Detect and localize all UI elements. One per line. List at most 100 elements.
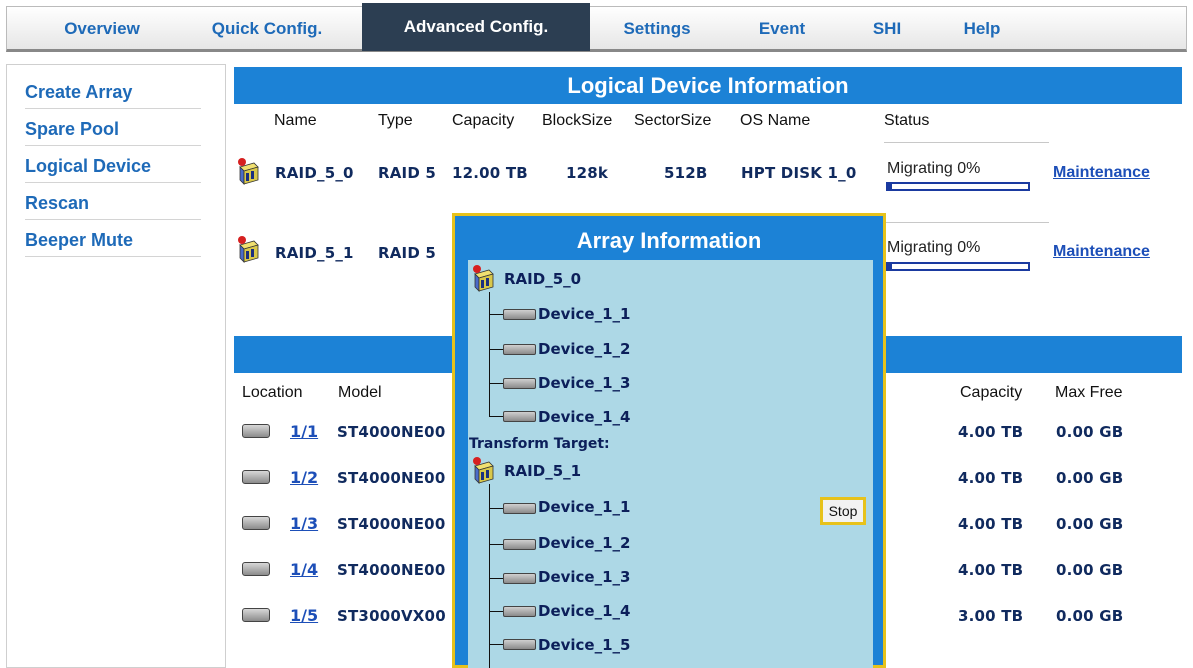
disk-icon [242,516,270,530]
tree-connector [489,383,503,384]
tab-advanced-config[interactable]: Advanced Config. [362,3,590,51]
device-location-link[interactable]: 1/5 [290,606,318,625]
logical-device-title-bar: Logical Device Information [234,67,1182,104]
tree-connector [489,544,503,545]
tab-settings[interactable]: Settings [602,7,712,50]
disk-icon [503,378,536,389]
disk-icon [242,608,270,622]
tree-connector [489,644,503,645]
col-header-name: Name [274,112,317,129]
disk-icon [242,424,270,438]
col-header-status: Status [884,112,930,129]
progress-fill [888,264,893,269]
device-model: ST3000VX00 [337,607,446,625]
col-header-type: Type [378,112,413,129]
device-location-link[interactable]: 1/4 [290,560,318,579]
source-device[interactable]: Device_1_1 [538,305,630,323]
col-header-model: Model [338,384,382,401]
source-device[interactable]: Device_1_3 [538,374,630,392]
tab-quick-config[interactable]: Quick Config. [187,7,347,50]
logical-sectorsize: 512B [664,164,708,182]
sidebar-item-logical-device[interactable]: Logical Device [25,146,201,183]
popup-title: Array Information [576,228,762,253]
disk-icon [503,503,536,514]
device-location-link[interactable]: 1/1 [290,422,318,441]
tree-connector [489,578,503,579]
disk-icon [503,539,536,550]
disk-icon [503,606,536,617]
tree-connector [489,484,490,668]
device-model: ST4000NE00 [337,469,446,487]
device-max-free: 0.00 GB [1056,607,1124,625]
tab-event[interactable]: Event [737,7,827,50]
col-header-blocksize: BlockSize [542,112,613,129]
tab-help[interactable]: Help [942,7,1022,50]
device-model: ST4000NE00 [337,561,446,579]
col-header-sectorsize: SectorSize [634,112,712,129]
top-nav: Overview Quick Config. Advanced Config. … [6,3,1187,52]
array-information-popup: Array Information RAID_5_0 Device_1_1 De… [452,213,886,668]
target-device[interactable]: Device_1_1 [538,498,630,516]
tab-overview[interactable]: Overview [47,7,157,50]
raid-array-icon [238,158,259,185]
tab-shi[interactable]: SHI [852,7,922,50]
target-device[interactable]: Device_1_4 [538,602,630,620]
device-max-free: 0.00 GB [1056,423,1124,441]
raid-array-icon [473,265,494,292]
status-text: Migrating 0% [887,239,981,256]
logical-type: RAID 5 [378,244,437,262]
source-device[interactable]: Device_1_4 [538,408,630,426]
status-divider [884,142,1049,143]
logical-name: RAID_5_1 [275,244,354,262]
sidebar-item-create-array[interactable]: Create Array [25,72,201,109]
tree-connector [489,349,503,350]
device-max-free: 0.00 GB [1056,469,1124,487]
disk-icon [503,344,536,355]
tree-connector [489,611,503,612]
progress-bar [886,262,1030,271]
target-device[interactable]: Device_1_5 [538,636,630,654]
sidebar-item-beeper-mute[interactable]: Beeper Mute [25,220,201,257]
target-array-name: RAID_5_1 [504,462,582,480]
device-capacity: 4.00 TB [958,515,1024,533]
logical-os-name: HPT DISK 1_0 [741,164,857,182]
row-divider [884,222,1049,223]
logical-type: RAID 5 [378,164,437,182]
disk-icon [503,309,536,320]
progress-bar [886,182,1030,191]
disk-icon [503,639,536,650]
col-header-location: Location [242,384,303,401]
array-tree: RAID_5_0 Device_1_1 Device_1_2 Device_1_… [468,260,873,668]
logical-name: RAID_5_0 [275,164,354,182]
col-header-capacity: Capacity [452,112,515,129]
device-capacity: 4.00 TB [958,469,1024,487]
logical-capacity: 12.00 TB [452,164,528,182]
maintenance-link[interactable]: Maintenance [1053,243,1150,261]
stop-button[interactable]: Stop [820,497,866,525]
device-max-free: 0.00 GB [1056,561,1124,579]
col-header-max-free: Max Free [1055,384,1123,401]
device-location-link[interactable]: 1/3 [290,514,318,533]
raid-array-icon [238,236,259,263]
target-device[interactable]: Device_1_2 [538,534,630,552]
device-model: ST4000NE00 [337,423,446,441]
disk-icon [503,411,536,422]
tree-connector [489,416,503,417]
source-device[interactable]: Device_1_2 [538,340,630,358]
device-capacity: 3.00 TB [958,607,1024,625]
source-array-name: RAID_5_0 [504,270,582,288]
disk-icon [242,562,270,576]
target-device[interactable]: Device_1_3 [538,568,630,586]
progress-fill [888,184,893,189]
tree-connector [489,508,503,509]
col-header-os-name: OS Name [740,112,811,129]
sidebar-item-spare-pool[interactable]: Spare Pool [25,109,201,146]
device-location-link[interactable]: 1/2 [290,468,318,487]
sidebar-item-rescan[interactable]: Rescan [25,183,201,220]
device-capacity: 4.00 TB [958,561,1024,579]
device-model: ST4000NE00 [337,515,446,533]
device-capacity: 4.00 TB [958,423,1024,441]
maintenance-link[interactable]: Maintenance [1053,164,1150,182]
tree-connector [489,314,503,315]
transform-target-label: Transform Target: [469,436,610,452]
